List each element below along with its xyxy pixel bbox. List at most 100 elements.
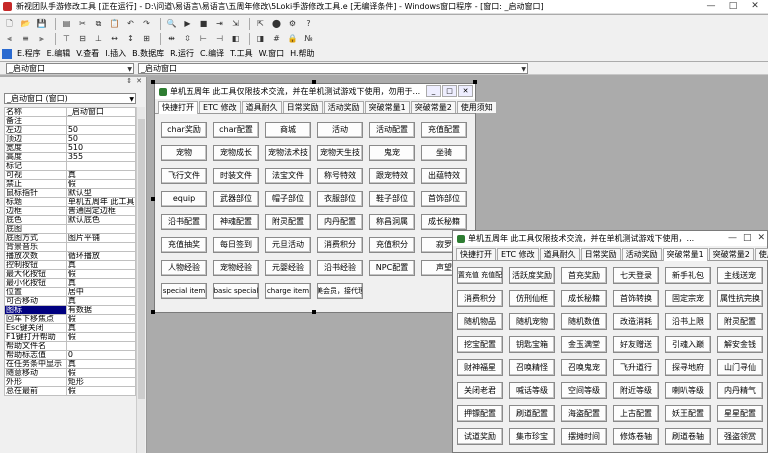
space-v-icon[interactable]: ⇳ — [181, 32, 194, 45]
function-button[interactable]: 固定宗宠 — [665, 290, 711, 307]
function-button[interactable]: char配置 — [213, 122, 259, 138]
menu-item-6[interactable]: C.编译 — [200, 48, 224, 59]
function-button[interactable]: char奖励 — [161, 122, 207, 138]
property-row[interactable]: 位置 居中 — [4, 287, 137, 297]
grid-icon[interactable]: # — [270, 32, 283, 45]
property-value[interactable]: 510 — [65, 143, 137, 153]
function-button[interactable]: 属性抗完换 — [717, 290, 763, 307]
property-row[interactable]: 高度 355 — [4, 152, 137, 162]
align-right-icon[interactable]: ⫸ — [35, 32, 48, 45]
space-h-icon[interactable]: ⇹ — [165, 32, 178, 45]
send-back-icon[interactable]: ◨ — [254, 32, 267, 45]
property-row[interactable]: 标题 单机五周年 此工具 — [4, 197, 137, 207]
property-row[interactable]: 底图方式 图片平铺 — [4, 233, 137, 243]
resize-handle[interactable] — [151, 310, 155, 314]
minimize-button[interactable]: — — [728, 231, 737, 245]
function-button[interactable]: 海盗配置 — [561, 405, 607, 422]
function-button[interactable]: equip — [161, 191, 207, 207]
function-button[interactable]: 金玉满堂 — [561, 336, 607, 353]
property-row[interactable]: 底色 默认底色 — [4, 215, 137, 225]
function-button[interactable]: 星星配置 — [717, 405, 763, 422]
menu-item-4[interactable]: B.数据库 — [132, 48, 164, 59]
align-center-icon[interactable]: ≡ — [19, 32, 32, 45]
property-row[interactable]: 总在最前假 — [4, 386, 137, 396]
property-value[interactable]: 假 — [65, 332, 137, 342]
menu-item-8[interactable]: W.窗口 — [259, 48, 285, 59]
menu-item-7[interactable]: T.工具 — [230, 48, 252, 59]
function-button[interactable]: 飞行文件 — [161, 168, 207, 184]
step-out-icon[interactable]: ⇱ — [254, 17, 267, 30]
function-button[interactable]: 内丹配置 — [317, 214, 363, 230]
property-value[interactable]: 真 — [65, 323, 137, 333]
property-value[interactable] — [65, 242, 137, 252]
function-button[interactable]: 摆摊时间 — [561, 428, 607, 445]
align-left-icon[interactable]: ⫷ — [3, 32, 16, 45]
property-row[interactable]: 回车下移焦点假 — [4, 314, 137, 324]
function-button[interactable]: 首饰部位 — [421, 191, 467, 207]
function-button[interactable]: 配置充值 充值配置 — [457, 267, 503, 284]
function-button[interactable]: 武器部位 — [213, 191, 259, 207]
tab-0[interactable]: 快捷打开 — [158, 101, 198, 114]
function-button[interactable]: 七天登录 — [613, 267, 659, 284]
property-row[interactable]: 边框 普通固定边框 — [4, 206, 137, 216]
property-row[interactable]: 可否移动真 — [4, 296, 137, 306]
same-size-icon[interactable]: ⊞ — [140, 32, 153, 45]
property-value[interactable]: 默认型 — [65, 188, 137, 198]
property-row[interactable]: 背景音乐 — [4, 242, 137, 252]
step-icon[interactable]: ⇥ — [213, 17, 226, 30]
step-over-icon[interactable]: ⇲ — [229, 17, 242, 30]
property-scrollbar[interactable] — [136, 107, 145, 453]
tab-3[interactable]: 日常奖励 — [282, 101, 323, 113]
tab-2[interactable]: 道具耐久 — [539, 248, 580, 260]
menu-item-3[interactable]: I.插入 — [105, 48, 126, 59]
function-button[interactable]: 附灵配置 — [717, 313, 763, 330]
resize-handle[interactable] — [151, 80, 155, 84]
function-button[interactable]: 首饰转换 — [613, 290, 659, 307]
function-button[interactable]: 鞋子部位 — [369, 191, 415, 207]
function-button[interactable]: 商城 — [265, 122, 311, 138]
close-button[interactable]: ✕ — [744, 0, 766, 13]
property-row[interactable]: 禁止假 — [4, 179, 137, 189]
function-button[interactable]: 称号特效 — [317, 168, 363, 184]
property-value[interactable] — [65, 341, 137, 351]
function-button[interactable]: 宠物天生技 — [317, 145, 363, 161]
function-button[interactable]: 内丹精气 — [717, 382, 763, 399]
close-icon[interactable]: ✕ — [136, 77, 142, 89]
tab-3[interactable]: 日常奖励 — [580, 248, 621, 260]
stop-icon[interactable]: ■ — [197, 17, 210, 30]
property-value[interactable]: 355 — [65, 152, 137, 162]
function-button[interactable]: 宠物 — [161, 145, 207, 161]
form-startup-window[interactable]: 单机五周年 此工具仅限技术交流，并在单机测试游戏下使用，勿用于... _ □ ✕… — [154, 83, 497, 313]
function-button[interactable]: 飞升道行 — [613, 359, 659, 376]
property-row[interactable]: 标记 — [4, 161, 137, 171]
property-row[interactable]: 底图 — [4, 224, 137, 234]
function-button[interactable]: 时装文件 — [213, 168, 259, 184]
help-icon[interactable]: ? — [302, 17, 315, 30]
center-h-icon[interactable]: ⊢ — [197, 32, 210, 45]
function-button[interactable]: 试道奖励 — [457, 428, 503, 445]
function-button[interactable]: 刷道卷轴 — [665, 428, 711, 445]
open-icon[interactable]: 📂 — [19, 17, 32, 30]
function-button[interactable]: basic special — [213, 283, 259, 299]
scroll-thumb[interactable] — [138, 119, 145, 399]
property-row[interactable]: 名称 _启动窗口 — [4, 107, 137, 117]
object-selector[interactable]: _启动窗口 ▼ — [6, 63, 134, 74]
align-middle-icon[interactable]: ⊟ — [76, 32, 89, 45]
menu-item-0[interactable]: E.程序 — [17, 48, 41, 59]
property-value[interactable]: 循环播放 — [65, 251, 137, 261]
function-button[interactable]: 元婴经验 — [265, 260, 311, 276]
property-value[interactable]: 有数据 — [65, 305, 137, 315]
save-icon[interactable]: 💾 — [35, 17, 48, 30]
tab-4[interactable]: 活动奖励 — [621, 248, 662, 260]
align-top-icon[interactable]: ⊤ — [60, 32, 73, 45]
tab-5[interactable]: 突破常量1 — [364, 101, 410, 113]
property-value[interactable]: 真 — [65, 359, 137, 369]
function-button[interactable]: 喇叭等级 — [665, 382, 711, 399]
tab-4[interactable]: 活动奖励 — [323, 101, 364, 113]
close-button[interactable]: ✕ — [757, 231, 765, 245]
function-button[interactable]: 仿刑仙框 — [509, 290, 555, 307]
property-value[interactable]: 图片平铺 — [65, 233, 137, 243]
property-row[interactable]: 宽度 510 — [4, 143, 137, 153]
function-button[interactable]: 出蕴特效 — [421, 168, 467, 184]
function-button[interactable]: 附灵配置 — [265, 214, 311, 230]
